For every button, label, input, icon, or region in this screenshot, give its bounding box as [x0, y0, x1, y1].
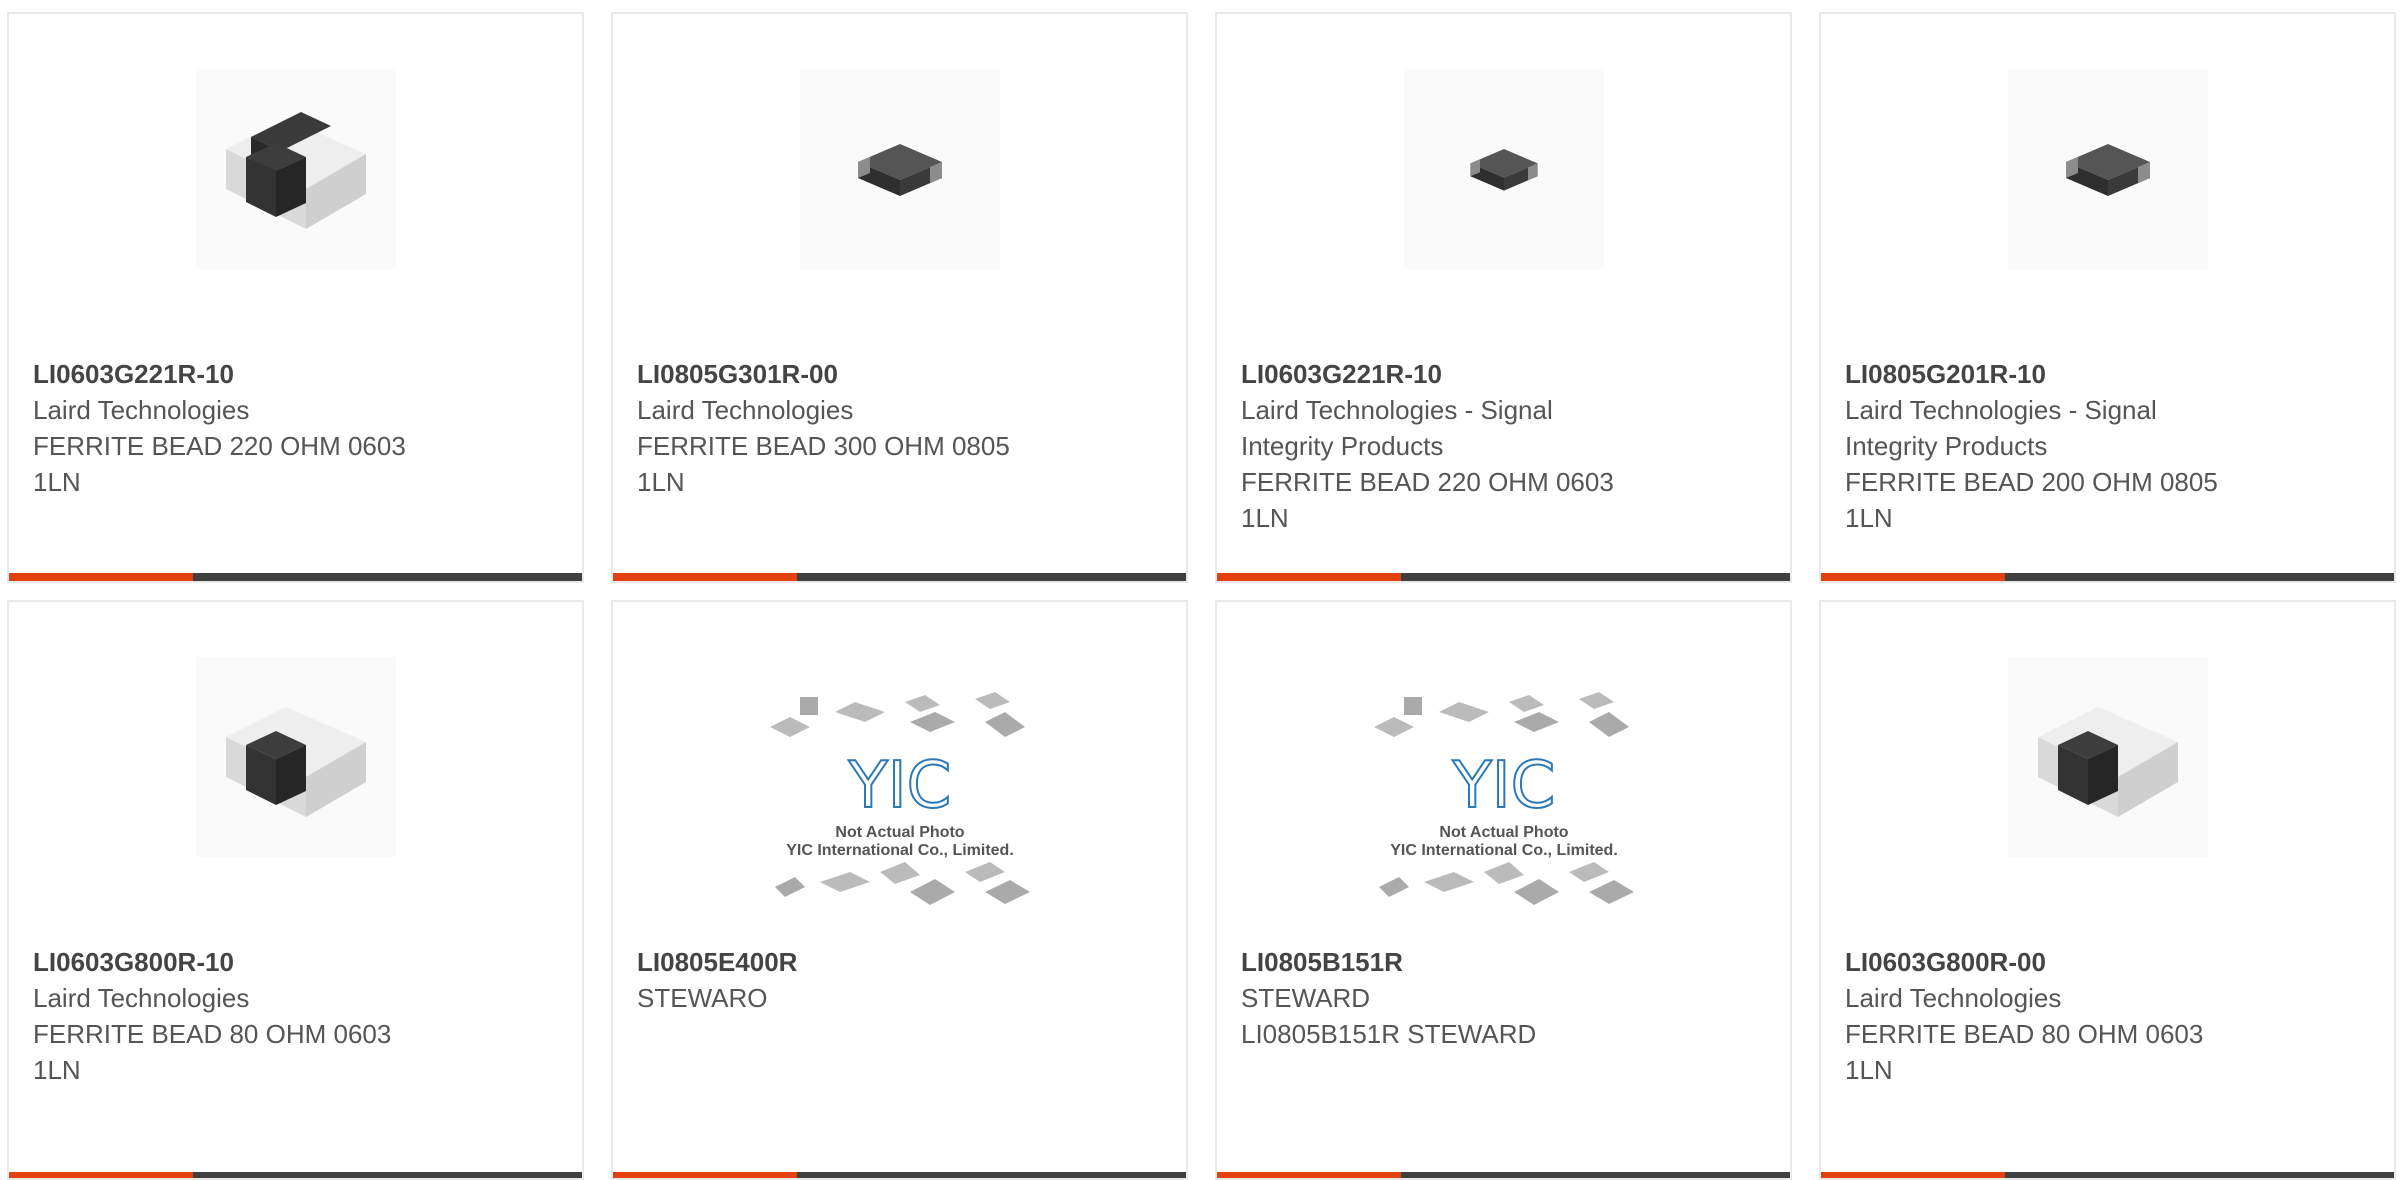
yic-placeholder-image: YIC Not Actual Photo YIC International C… — [760, 687, 1040, 927]
manufacturer: STEWARO — [637, 983, 768, 1013]
placeholder-line2: YIC International Co., Limited. — [786, 842, 1014, 859]
description-line: LI0805B151R STEWARD — [1241, 1019, 1537, 1049]
product-card[interactable]: LI0603G221R-10 Laird Technologies FERRIT… — [7, 12, 584, 583]
large-chip-icon — [195, 657, 396, 857]
product-card[interactable]: LI0603G800R-10 Laird Technologies FERRIT… — [7, 600, 584, 1180]
description-line: 1LN — [1845, 503, 1893, 533]
manufacturer: Laird Technologies — [1845, 983, 2062, 1013]
placeholder-line1: Not Actual Photo — [835, 824, 964, 841]
manufacturer: Laird Technologies — [33, 395, 250, 425]
manufacturer: Laird Technologies - Signal Integrity Pr… — [1241, 395, 1553, 461]
card-accent-bar — [9, 573, 582, 581]
product-info: LI0805E400R STEWARO — [637, 944, 1162, 1016]
part-number[interactable]: LI0805G301R-00 — [637, 356, 1162, 392]
small-chip-icon — [2007, 69, 2208, 269]
product-card[interactable]: LI0603G221R-10 Laird Technologies - Sign… — [1215, 12, 1792, 583]
placeholder-line1: Not Actual Photo — [1439, 824, 1568, 841]
placeholder-line2: YIC International Co., Limited. — [1390, 842, 1618, 859]
product-card[interactable]: YIC Not Actual Photo YIC International C… — [611, 600, 1188, 1180]
manufacturer: Laird Technologies — [637, 395, 854, 425]
large-chip-icon — [195, 69, 396, 269]
part-number[interactable]: LI0603G221R-10 — [1241, 356, 1766, 392]
product-info: LI0603G800R-00 Laird Technologies FERRIT… — [1845, 944, 2370, 1088]
description-line: 1LN — [637, 467, 685, 497]
small-chip-icon — [799, 69, 1000, 269]
manufacturer: Laird Technologies — [33, 983, 250, 1013]
product-info: LI0805G301R-00 Laird Technologies FERRIT… — [637, 356, 1162, 500]
product-card[interactable]: LI0805G301R-00 Laird Technologies FERRIT… — [611, 12, 1188, 583]
description-line: FERRITE BEAD 300 OHM 0805 — [637, 431, 1010, 461]
card-accent-bar — [1217, 1172, 1790, 1178]
card-accent-bar — [613, 1172, 1186, 1178]
product-image[interactable] — [9, 652, 582, 862]
part-number[interactable]: LI0805G201R-10 — [1845, 356, 2370, 392]
description-line: FERRITE BEAD 220 OHM 0603 — [33, 431, 406, 461]
product-image[interactable]: YIC Not Actual Photo YIC International C… — [1217, 692, 1790, 922]
product-card[interactable]: YIC Not Actual Photo YIC International C… — [1215, 600, 1792, 1180]
product-image[interactable] — [1217, 64, 1790, 274]
description-line: 1LN — [1241, 503, 1289, 533]
product-info: LI0603G800R-10 Laird Technologies FERRIT… — [33, 944, 558, 1088]
description-line: FERRITE BEAD 80 OHM 0603 — [1845, 1019, 2204, 1049]
description-line: 1LN — [33, 467, 81, 497]
description-line: 1LN — [1845, 1055, 1893, 1085]
part-number[interactable]: LI0805B151R — [1241, 944, 1766, 980]
product-card[interactable]: LI0805G201R-10 Laird Technologies - Sign… — [1819, 12, 2396, 583]
large-chip-icon — [2007, 657, 2208, 857]
card-accent-bar — [9, 1172, 582, 1178]
manufacturer: Laird Technologies - Signal Integrity Pr… — [1845, 395, 2157, 461]
product-image[interactable]: YIC Not Actual Photo YIC International C… — [613, 692, 1186, 922]
part-number[interactable]: LI0603G221R-10 — [33, 356, 558, 392]
description-line: 1LN — [33, 1055, 81, 1085]
part-number[interactable]: LI0603G800R-10 — [33, 944, 558, 980]
card-accent-bar — [1217, 573, 1790, 581]
product-image[interactable] — [1821, 64, 2394, 274]
part-number[interactable]: LI0805E400R — [637, 944, 1162, 980]
product-image[interactable] — [1821, 652, 2394, 862]
product-grid: LI0603G221R-10 Laird Technologies FERRIT… — [0, 0, 2400, 1180]
card-accent-bar — [1821, 1172, 2394, 1178]
description-line: FERRITE BEAD 80 OHM 0603 — [33, 1019, 392, 1049]
product-info: LI0603G221R-10 Laird Technologies FERRIT… — [33, 356, 558, 500]
card-accent-bar — [1821, 573, 2394, 581]
small-chip-icon — [1403, 69, 1604, 269]
product-info: LI0805B151R STEWARD LI0805B151R STEWARD — [1241, 944, 1766, 1052]
yic-logo: YIC — [847, 749, 951, 823]
product-image[interactable] — [9, 64, 582, 274]
product-image[interactable] — [613, 64, 1186, 274]
product-info: LI0603G221R-10 Laird Technologies - Sign… — [1241, 356, 1766, 536]
yic-logo: YIC — [1451, 749, 1555, 823]
yic-placeholder-image: YIC Not Actual Photo YIC International C… — [1364, 687, 1644, 927]
card-accent-bar — [613, 573, 1186, 581]
description-line: FERRITE BEAD 200 OHM 0805 — [1845, 467, 2218, 497]
description-line: FERRITE BEAD 220 OHM 0603 — [1241, 467, 1614, 497]
manufacturer: STEWARD — [1241, 983, 1371, 1013]
product-card[interactable]: LI0603G800R-00 Laird Technologies FERRIT… — [1819, 600, 2396, 1180]
product-info: LI0805G201R-10 Laird Technologies - Sign… — [1845, 356, 2370, 536]
part-number[interactable]: LI0603G800R-00 — [1845, 944, 2370, 980]
